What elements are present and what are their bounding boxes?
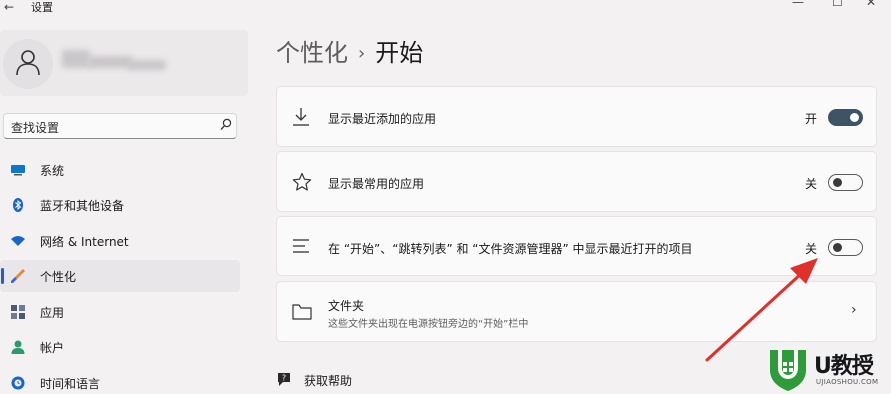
- logo-text: U教授: [814, 354, 874, 379]
- annotation-arrow-icon: [705, 258, 818, 362]
- logo-url: UJIAOSHOU.COM: [816, 378, 879, 386]
- shield-logo-icon: [770, 350, 806, 391]
- watermark-logo: U教授 UJIAOSHOU.COM: [766, 346, 891, 394]
